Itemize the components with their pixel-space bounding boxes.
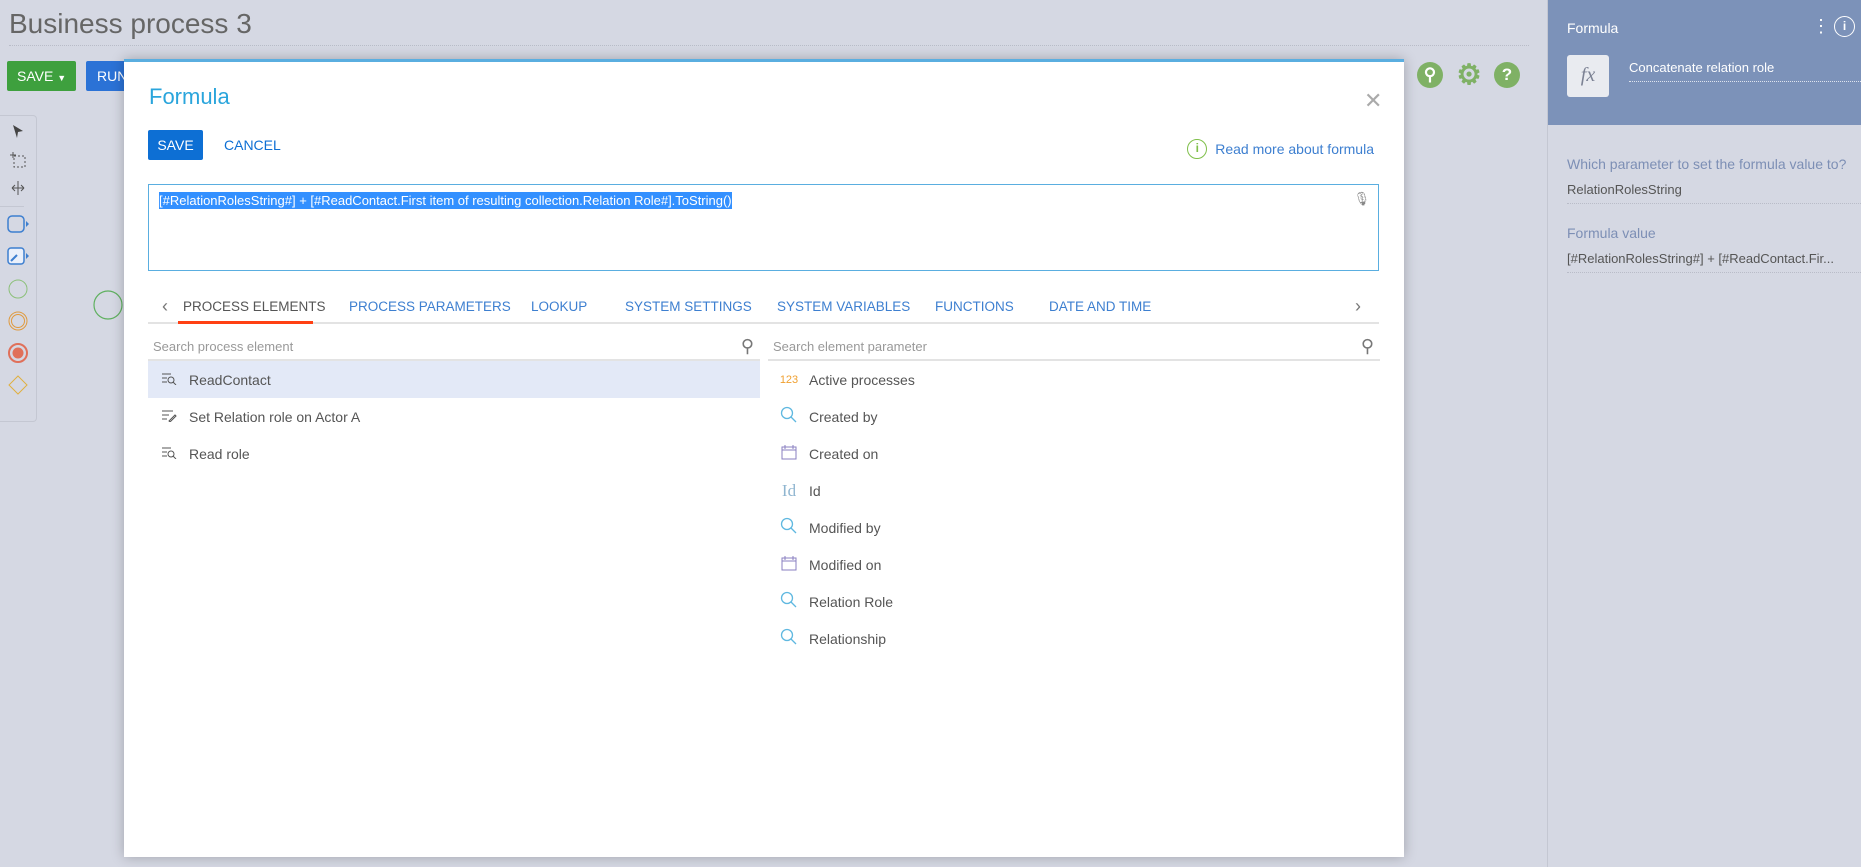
element-name-field[interactable]: Concatenate relation role bbox=[1629, 60, 1861, 82]
user-task-shape-icon[interactable] bbox=[6, 244, 30, 268]
lookup-icon bbox=[774, 591, 804, 612]
read-data-icon bbox=[154, 371, 184, 388]
read-data-icon bbox=[154, 445, 184, 462]
list-item[interactable]: Created by bbox=[768, 398, 1380, 435]
info-icon: i bbox=[1187, 139, 1208, 159]
chevron-right-icon[interactable]: › bbox=[1355, 296, 1361, 317]
list-item[interactable]: Set Relation role on Actor A bbox=[148, 398, 760, 435]
element-parameter-search-input[interactable]: Search element parameter ⚲ bbox=[768, 336, 1380, 361]
tab-lookup[interactable]: LOOKUP bbox=[531, 299, 587, 314]
id-icon: Id bbox=[781, 480, 797, 500]
microphone-icon[interactable]: 🎙 bbox=[1353, 191, 1370, 207]
tab-process-parameters[interactable]: PROCESS PARAMETERS bbox=[349, 299, 511, 314]
formula-value-field[interactable]: [#RelationRolesString#] + [#ReadContact.… bbox=[1567, 251, 1861, 273]
dialog-save-button[interactable]: SAVE bbox=[148, 130, 203, 160]
formula-text: [#RelationRolesString#] + [#ReadContact.… bbox=[159, 192, 732, 209]
list-item[interactable]: Modified by bbox=[768, 509, 1380, 546]
active-tab-indicator bbox=[178, 321, 313, 324]
tab-process-elements[interactable]: PROCESS ELEMENTS bbox=[183, 299, 326, 314]
process-element-search-input[interactable]: Search process element ⚲ bbox=[148, 336, 760, 361]
calendar-icon bbox=[774, 444, 804, 463]
start-event-shape[interactable] bbox=[93, 290, 123, 320]
close-icon[interactable]: ✕ bbox=[1364, 88, 1382, 114]
panel-title: Formula bbox=[1567, 20, 1619, 36]
list-item-label: Relation Role bbox=[809, 593, 894, 610]
read-more-label: Read more about formula bbox=[1215, 141, 1374, 157]
save-button[interactable]: SAVE ▼ bbox=[7, 61, 76, 91]
search-icon[interactable]: ⚲ bbox=[1417, 62, 1443, 88]
lookup-icon bbox=[774, 406, 804, 427]
properties-panel: Formula ⋮ i fx Concatenate relation role… bbox=[1547, 0, 1861, 867]
list-item[interactable]: Modified on bbox=[768, 546, 1380, 583]
list-item[interactable]: ReadContact bbox=[148, 361, 760, 398]
list-item-label: Relationship bbox=[809, 630, 887, 647]
param-value-field[interactable]: RelationRolesString bbox=[1567, 182, 1861, 204]
parameters-column: Search element parameter ⚲ 123 Active proc… bbox=[768, 336, 1380, 657]
tab-system-variables[interactable]: SYSTEM VARIABLES bbox=[777, 299, 910, 314]
tab-system-settings[interactable]: SYSTEM SETTINGS bbox=[625, 299, 752, 314]
formula-input[interactable]: [#RelationRolesString#] + [#ReadContact.… bbox=[148, 184, 1379, 271]
chevron-left-icon[interactable]: ‹ bbox=[162, 296, 168, 317]
info-icon[interactable]: i bbox=[1834, 16, 1855, 37]
list-item[interactable]: 123 Active processes bbox=[768, 361, 1380, 398]
search-icon[interactable]: ⚲ bbox=[1361, 336, 1374, 357]
formula-fx-icon: fx bbox=[1567, 55, 1609, 97]
list-item[interactable]: Read role bbox=[148, 435, 760, 472]
list-item-label: Set Relation role on Actor A bbox=[189, 408, 361, 425]
list-item-label: Read role bbox=[189, 445, 250, 462]
end-event-icon[interactable] bbox=[6, 341, 30, 365]
gear-icon[interactable]: ⚙ bbox=[1456, 61, 1482, 89]
gateway-icon[interactable] bbox=[6, 373, 30, 397]
list-item[interactable]: Created on bbox=[768, 435, 1380, 472]
select-area-tool-icon[interactable] bbox=[6, 148, 30, 172]
title-divider bbox=[9, 45, 1529, 46]
tab-functions[interactable]: FUNCTIONS bbox=[935, 299, 1014, 314]
toolbar-divider bbox=[0, 206, 24, 207]
list-item[interactable]: Id Id bbox=[768, 472, 1380, 509]
search-placeholder: Search element parameter bbox=[773, 339, 927, 354]
list-item[interactable]: Relation Role bbox=[768, 583, 1380, 620]
list-item-label: Active processes bbox=[809, 371, 915, 388]
list-item-label: Created on bbox=[809, 445, 879, 462]
list-item-label: Created by bbox=[809, 408, 878, 425]
formula-dialog: Formula ✕ SAVE CANCEL i Read more about f… bbox=[124, 59, 1404, 857]
modify-data-icon bbox=[154, 408, 184, 425]
page-title: Business process 3 bbox=[9, 8, 252, 39]
param-label: Which parameter to set the formula value… bbox=[1567, 156, 1847, 172]
list-item-label: Id bbox=[809, 482, 821, 499]
panel-header: Formula ⋮ i fx Concatenate relation role bbox=[1548, 0, 1861, 125]
calendar-icon bbox=[774, 555, 804, 574]
formula-value-label: Formula value bbox=[1567, 225, 1656, 241]
dropdown-caret-icon: ▼ bbox=[57, 73, 67, 83]
pointer-tool-icon[interactable] bbox=[6, 120, 30, 144]
number-icon: 123 bbox=[779, 373, 799, 386]
element-toolbar bbox=[0, 115, 37, 422]
list-item-label: ReadContact bbox=[189, 371, 271, 388]
task-shape-icon[interactable] bbox=[6, 212, 30, 236]
list-item[interactable]: Relationship bbox=[768, 620, 1380, 657]
list-item-label: Modified by bbox=[809, 519, 881, 536]
tab-date-and-time[interactable]: DATE AND TIME bbox=[1049, 299, 1151, 314]
lookup-icon bbox=[774, 517, 804, 538]
move-tool-icon[interactable] bbox=[6, 176, 30, 200]
read-more-link[interactable]: i Read more about formula bbox=[1187, 139, 1374, 159]
process-elements-column: Search process element ⚲ ReadContact Set R… bbox=[148, 336, 760, 472]
tab-bar: ‹ PROCESS ELEMENTS PROCESS PARAMETERS LO… bbox=[148, 294, 1379, 324]
search-icon[interactable]: ⚲ bbox=[741, 336, 754, 357]
dialog-title: Formula bbox=[149, 84, 230, 109]
intermediate-event-icon[interactable] bbox=[6, 309, 30, 333]
start-event-icon[interactable] bbox=[6, 277, 30, 301]
help-icon[interactable]: ? bbox=[1494, 62, 1520, 88]
lookup-icon bbox=[774, 628, 804, 649]
dialog-cancel-button[interactable]: CANCEL bbox=[224, 130, 281, 160]
search-placeholder: Search process element bbox=[153, 339, 294, 354]
more-options-icon[interactable]: ⋮ bbox=[1812, 16, 1830, 37]
save-label: SAVE bbox=[17, 68, 54, 84]
list-item-label: Modified on bbox=[809, 556, 882, 573]
